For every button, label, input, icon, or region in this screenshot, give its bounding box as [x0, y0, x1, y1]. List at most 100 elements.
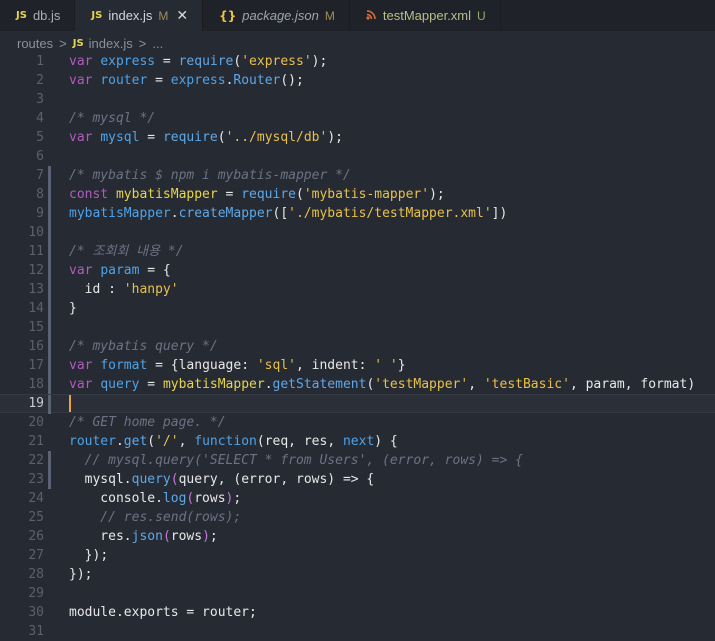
code-line[interactable]: 9 mybatisMapper.createMapper(['./mybatis/… [0, 204, 715, 223]
tab-package-json[interactable]: {} package.json M [203, 0, 350, 31]
code-token: const [69, 187, 109, 202]
code-token: . [170, 206, 179, 221]
code-line[interactable]: 17 var format = {language: 'sql', indent:… [0, 356, 715, 375]
code-line[interactable]: 29 [0, 584, 715, 603]
code-line[interactable]: 21 router.get('/', function(req, res, nex… [0, 432, 715, 451]
code-token: '/' [155, 434, 179, 449]
close-icon[interactable]: ✕ [176, 7, 188, 24]
code-line[interactable]: 10 [0, 223, 715, 242]
code-token: 'sql' [256, 358, 296, 373]
rss-icon [366, 9, 377, 23]
code-token: . [115, 434, 124, 449]
code-line[interactable]: 12 var param = { [0, 261, 715, 280]
code-line[interactable]: 4 /* mysql */ [0, 109, 715, 128]
code-text: mysql.query(query, (error, rows) => { [69, 470, 375, 489]
code-token: 'testMapper' [374, 377, 469, 392]
line-number: 23 [28, 472, 44, 487]
line-number: 6 [36, 149, 44, 164]
code-line[interactable]: 2 var router = express.Router(); [0, 71, 715, 90]
code-text: /* GET home page. */ [69, 413, 226, 432]
breadcrumb-more[interactable]: ... [152, 36, 163, 51]
code-line[interactable]: 22 // mysql.query('SELECT * from Users',… [0, 451, 715, 470]
code-text: const mybatisMapper = require('mybatis-m… [69, 185, 445, 204]
code-line[interactable]: 8 const mybatisMapper = require('mybatis-… [0, 185, 715, 204]
code-line[interactable]: 18 var query = mybatisMapper.getStatement… [0, 375, 715, 394]
tab-testmapper-xml[interactable]: testMapper.xml U [350, 0, 501, 31]
code-line[interactable]: 6 [0, 147, 715, 166]
code-line[interactable]: 7 /* mybatis $ npm i mybatis-mapper */ [0, 166, 715, 185]
code-token: router [69, 434, 116, 449]
javascript-icon: JS [91, 10, 103, 21]
code-token: require [178, 54, 234, 69]
code-token: } [69, 301, 77, 316]
code-token: /* mybatis $ npm i mybatis-mapper */ [69, 168, 351, 183]
code-line[interactable]: 13 id : 'hanpy' [0, 280, 715, 299]
line-number: 22 [28, 453, 44, 468]
line-number: 9 [36, 206, 44, 221]
code-token: /* 조회회 내용 */ [69, 244, 184, 259]
code-line[interactable]: 24 console.log(rows); [0, 489, 715, 508]
tab-label: db.js [32, 8, 61, 23]
code-token: Router [233, 73, 281, 88]
code-token: // mysql.query('SELECT * from Users', (e… [69, 453, 523, 468]
code-text: module.exports = router; [69, 603, 257, 622]
line-number: 31 [28, 624, 44, 639]
code-line[interactable]: 11 /* 조회회 내용 */ [0, 242, 715, 261]
code-line[interactable]: 5 var mysql = require('../mysql/db'); [0, 128, 715, 147]
code-line[interactable]: 26 res.json(rows); [0, 527, 715, 546]
line-number: 4 [36, 111, 44, 126]
code-token: (req, res, [256, 434, 343, 449]
code-text: var router = express.Router(); [69, 71, 304, 90]
code-line[interactable]: 14} [0, 299, 715, 318]
code-token: var [69, 263, 93, 278]
code-token: ) [202, 529, 210, 544]
code-token: mybatisMapper [115, 187, 218, 202]
code-token: get [123, 434, 148, 449]
tab-label: package.json [242, 8, 319, 23]
tab-db-js[interactable]: JS db.js [0, 0, 76, 31]
code-token: 'testBasic' [483, 377, 570, 392]
code-line[interactable]: 3 [0, 90, 715, 109]
code-line[interactable]: 30 module.exports = router; [0, 603, 715, 622]
code-token: /* GET home page. */ [69, 415, 226, 430]
code-line[interactable]: 20 /* GET home page. */ [0, 413, 715, 432]
chevron-right-icon: > [59, 35, 67, 51]
code-token: ([ [272, 206, 289, 221]
git-change-marker [48, 451, 51, 470]
code-token: // res.send(rows); [69, 510, 242, 525]
code-token: require [162, 130, 218, 145]
code-text: var express = require('express'); [69, 52, 327, 71]
code-token: /* mysql */ [69, 111, 156, 126]
code-token: , indent: [296, 358, 375, 373]
code-line[interactable]: 23 mysql.query(query, (error, rows) => { [0, 470, 715, 489]
code-token: mysql. [69, 472, 132, 487]
line-number: 7 [36, 168, 44, 183]
code-editor[interactable]: 1 var express = require('express'); 2 var r… [0, 52, 715, 639]
git-change-marker [48, 166, 51, 185]
code-line[interactable]: 27 }); [0, 546, 715, 565]
code-token: mybatisMapper [162, 377, 265, 392]
line-number: 13 [28, 282, 44, 297]
code-text: var param = { [69, 261, 171, 280]
code-token: format [100, 358, 148, 373]
breadcrumb-file[interactable]: index.js [89, 36, 133, 51]
code-token: mybatisMapper [69, 206, 171, 221]
code-line[interactable]: 19 [0, 394, 715, 414]
tab-label: index.js [108, 8, 153, 23]
code-token: getStatement [272, 377, 367, 392]
code-line[interactable]: 31 [0, 622, 715, 641]
code-line[interactable]: 25 // res.send(rows); [0, 508, 715, 527]
code-line[interactable]: 15 [0, 318, 715, 337]
code-token: express [100, 54, 156, 69]
code-line[interactable]: 16 /* mybatis query */ [0, 337, 715, 356]
code-token: var [69, 73, 93, 88]
modified-badge: M [158, 8, 169, 23]
modified-badge: M [324, 8, 335, 23]
code-line[interactable]: 1 var express = require('express'); [0, 52, 715, 71]
code-line[interactable]: 28}); [0, 565, 715, 584]
code-token: ( [147, 434, 156, 449]
breadcrumb-folder[interactable]: routes [17, 36, 53, 51]
line-number: 16 [28, 339, 44, 354]
code-token: . [264, 377, 273, 392]
tab-index-js[interactable]: JS index.js M ✕ [75, 0, 204, 31]
